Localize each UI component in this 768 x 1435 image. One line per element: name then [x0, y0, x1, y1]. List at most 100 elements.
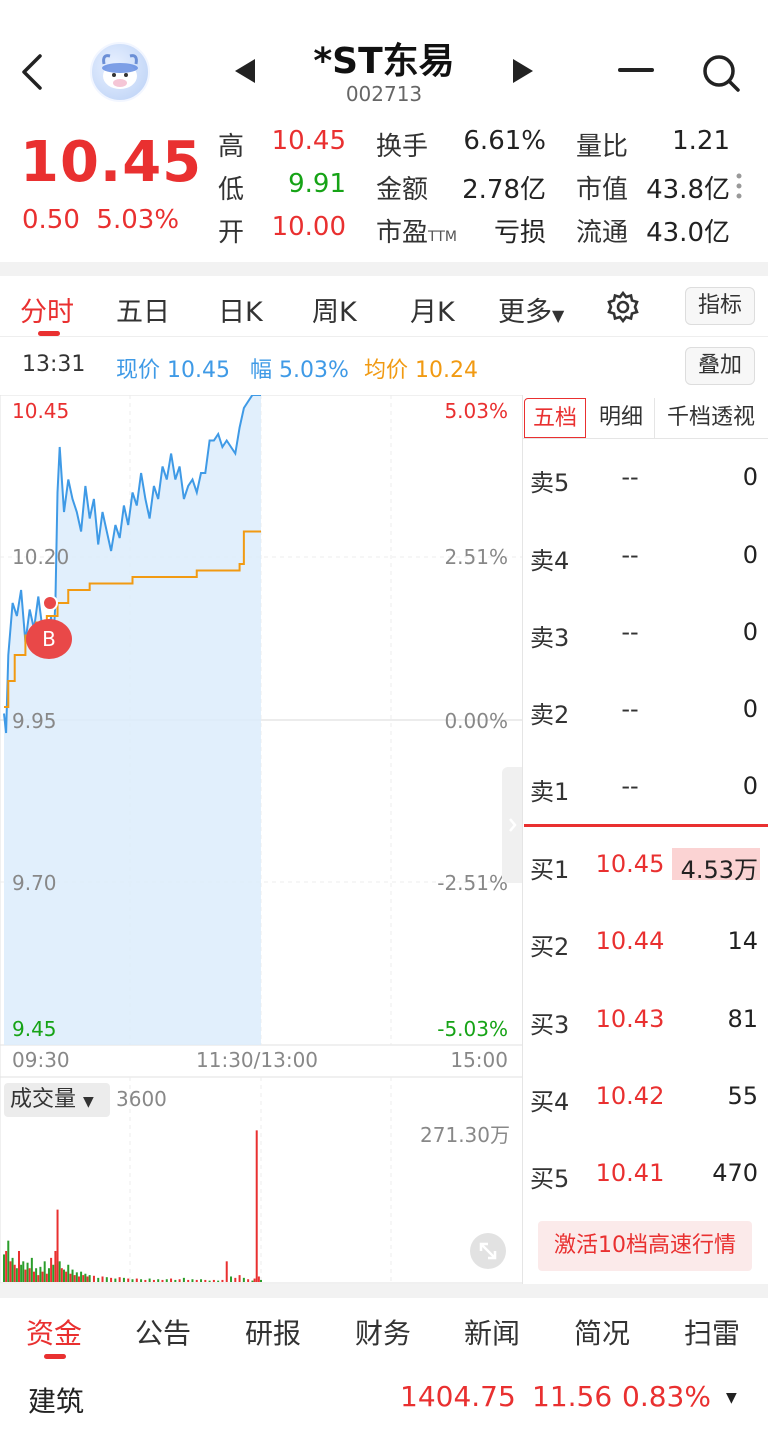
volume-bar: [22, 1261, 25, 1282]
bid-price: 10.42: [595, 1082, 665, 1110]
volume-bar: [35, 1268, 38, 1282]
next-stock-icon[interactable]: [511, 57, 535, 89]
volume-bar: [212, 1279, 215, 1282]
volume-bar: [260, 1279, 262, 1282]
volume-bar: [15, 1268, 18, 1282]
current-price: 10.45: [20, 130, 203, 195]
tab-risk-scan[interactable]: 扫雷: [684, 1312, 740, 1352]
info-current-price: 现价 10.45: [116, 358, 230, 383]
bid-price: 10.44: [595, 927, 665, 955]
ask-label: 卖2: [530, 701, 570, 729]
more-dots-icon[interactable]: [736, 172, 742, 204]
volume-bar: [32, 1271, 35, 1282]
bid-price: 10.43: [595, 1005, 665, 1033]
caret-down-icon[interactable]: ▼: [726, 1390, 737, 1406]
overlay-button[interactable]: 叠加: [685, 347, 755, 385]
turnover-label: 换手: [376, 132, 429, 162]
low-value: 9.91: [288, 169, 346, 199]
ask-price: --: [621, 541, 639, 569]
tab-daily-k[interactable]: 日K: [218, 290, 263, 329]
ask-price: --: [621, 618, 639, 646]
volume-max-label: 271.30万: [420, 1123, 510, 1147]
search-icon[interactable]: [700, 52, 742, 98]
pct-label-mid-low: -2.51%: [437, 871, 508, 895]
volume-bar: [165, 1279, 168, 1282]
ask-volume: 0: [742, 695, 758, 723]
high-value: 10.45: [271, 126, 346, 156]
volume-bar: [88, 1275, 91, 1282]
volume-bar: [253, 1278, 256, 1282]
volume-selector[interactable]: 成交量 ▼: [4, 1083, 110, 1117]
price-label-mid-low: 9.70: [12, 871, 57, 895]
bid-price: 10.45: [595, 850, 665, 878]
bid-volume: 81: [727, 1005, 758, 1033]
volume-ratio-value: 1.21: [672, 126, 730, 156]
caret-down-icon: ▼: [552, 306, 565, 325]
volume-bar: [65, 1271, 68, 1282]
indicator-button[interactable]: 指标: [685, 287, 755, 325]
tab-financials[interactable]: 财务: [355, 1312, 411, 1352]
stock-code: 002713: [345, 82, 423, 106]
volume-bar: [144, 1279, 147, 1282]
intraday-chart[interactable]: 10.45 10.20 9.95 9.70 9.45 5.03% 2.51% 0…: [0, 394, 522, 1285]
tab-five-day[interactable]: 五日: [116, 290, 170, 329]
buy-marker[interactable]: B: [26, 619, 72, 659]
bid-volume: 470: [712, 1159, 758, 1187]
ask-price: --: [621, 772, 639, 800]
volume-bar: [77, 1276, 80, 1282]
price-label-mid-high: 10.20: [12, 545, 70, 569]
open-label: 开: [218, 218, 245, 248]
buy-point-dot: [42, 595, 58, 611]
sector-name[interactable]: 建筑: [28, 1380, 84, 1420]
minimize-icon[interactable]: [618, 68, 654, 72]
volume-bar: [230, 1276, 233, 1282]
volume-bar: [204, 1279, 207, 1282]
pe-value: 亏损: [493, 218, 546, 248]
tab-depth-view[interactable]: 千档透视: [656, 398, 766, 438]
tab-news[interactable]: 新闻: [464, 1312, 520, 1352]
tab-details[interactable]: 明细: [588, 398, 655, 438]
pct-label-high: 5.03%: [444, 399, 508, 423]
panel-toggle-handle[interactable]: [502, 767, 522, 883]
volume-bar: [5, 1250, 8, 1282]
turnover-value: 6.61%: [463, 126, 546, 156]
volume-bar: [71, 1269, 74, 1282]
tab-intraday[interactable]: 分时: [20, 290, 74, 329]
volume-bar: [80, 1271, 83, 1282]
ask-volume: 0: [742, 463, 758, 491]
tab-more[interactable]: 更多▼: [498, 290, 564, 329]
bid-label: 买2: [530, 933, 570, 961]
pe-label: 市盈TTM: [376, 212, 457, 249]
activate-10-level-button[interactable]: 激活10档高速行情: [538, 1221, 752, 1271]
caret-down-icon: ▼: [83, 1094, 94, 1110]
volume-bar: [170, 1278, 173, 1282]
sector-change: 11.56: [532, 1380, 613, 1413]
gear-icon[interactable]: [606, 290, 640, 328]
ask-bid-divider: [524, 824, 768, 827]
open-value: 10.00: [271, 212, 346, 242]
tab-monthly-k[interactable]: 月K: [410, 290, 455, 329]
volume-bar: [28, 1268, 31, 1282]
volume-bar: [30, 1257, 33, 1282]
tab-research[interactable]: 研报: [245, 1312, 301, 1352]
sector-pct: 0.83%: [622, 1380, 711, 1413]
volume-bar: [242, 1277, 245, 1282]
volume-bar: [73, 1275, 76, 1282]
tab-profile[interactable]: 简况: [574, 1312, 630, 1352]
tab-weekly-k[interactable]: 周K: [312, 290, 357, 329]
tab-announcements[interactable]: 公告: [135, 1312, 191, 1352]
expand-icon[interactable]: [470, 1233, 506, 1269]
tab-funds[interactable]: 资金: [26, 1312, 82, 1352]
volume-bar: [234, 1277, 237, 1282]
low-label: 低: [218, 175, 245, 205]
tab-five-level[interactable]: 五档: [524, 398, 586, 438]
volume-bar: [43, 1261, 46, 1282]
tab-more-label: 更多: [498, 297, 552, 328]
volume-bar: [84, 1273, 87, 1282]
price-change: 0.50 5.03%: [22, 205, 179, 235]
ask-label: 卖1: [530, 778, 570, 806]
volume-bar: [24, 1269, 27, 1282]
crosshair-time: 13:31: [22, 352, 86, 377]
volume-bar: [47, 1268, 50, 1282]
volume-bar: [135, 1278, 138, 1282]
